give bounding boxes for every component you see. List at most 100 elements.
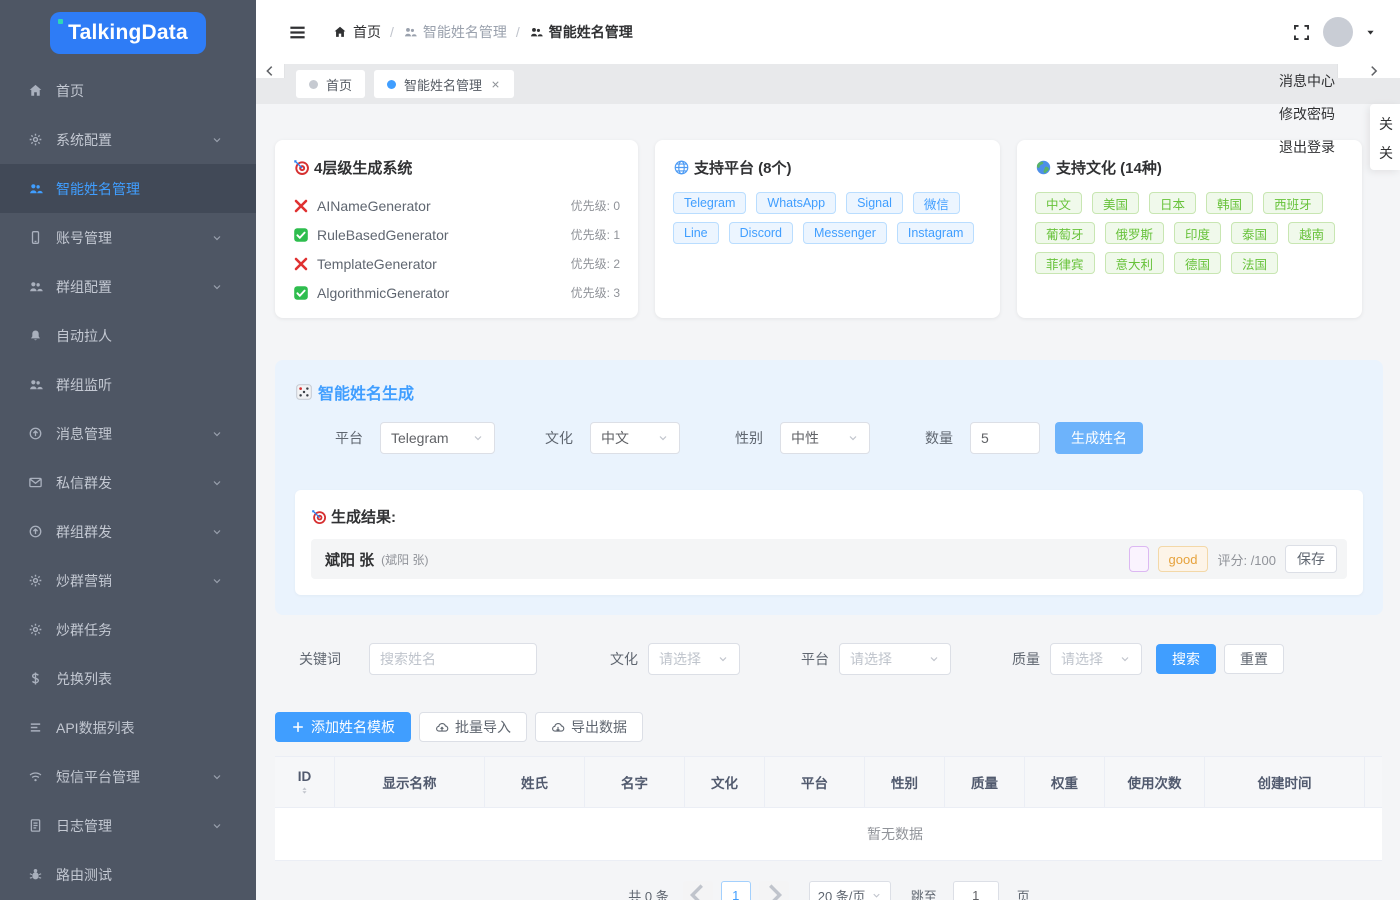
breadcrumb-item-0[interactable]: 首页 xyxy=(333,22,381,42)
check-icon xyxy=(293,285,309,301)
hamburger-icon[interactable] xyxy=(288,23,307,42)
culture-tag: 俄罗斯 xyxy=(1105,222,1165,244)
column-label: 文化 xyxy=(711,772,738,792)
info-cards-row: 4层级生成系统 AINameGenerator优先级: 0RuleBasedGe… xyxy=(275,140,1363,318)
sidebar-item-home[interactable]: 首页 xyxy=(0,66,256,115)
prev-page-button[interactable] xyxy=(683,881,713,900)
save-button[interactable]: 保存 xyxy=(1285,545,1337,573)
filter-quality-select[interactable]: 请选择 xyxy=(1050,643,1142,675)
edge-menu-item-0[interactable]: 关 xyxy=(1379,110,1400,139)
sort-caret-icon[interactable] xyxy=(299,785,310,796)
tab-scroll-left-button[interactable] xyxy=(256,64,285,78)
sidebar-item-label: 炒群营销 xyxy=(56,571,112,591)
result-row: 斌阳 张 (斌阳 张) good 评分: /100 保存 xyxy=(311,539,1347,579)
home-icon xyxy=(333,25,347,39)
filter-platform-select[interactable]: 请选择 xyxy=(839,643,951,675)
result-title-text: 生成结果: xyxy=(331,506,396,527)
batch-import-button[interactable]: 批量导入 xyxy=(419,712,527,742)
generate-names-button[interactable]: 生成姓名 xyxy=(1055,422,1143,454)
fullscreen-icon[interactable] xyxy=(1292,23,1311,42)
sidebar-item-route-test[interactable]: 路由测试 xyxy=(0,850,256,899)
generation-result-card: 生成结果: 斌阳 张 (斌阳 张) good 评分: /100 保存 xyxy=(295,490,1363,595)
add-template-button[interactable]: 添加姓名模板 xyxy=(275,712,411,742)
platforms-card: 支持平台 (8个) TelegramWhatsAppSignal微信LineDi… xyxy=(655,140,1000,318)
quantity-input[interactable] xyxy=(981,430,1029,446)
users-icon xyxy=(28,181,43,196)
result-name: 斌阳 张 xyxy=(325,549,374,570)
next-page-button[interactable] xyxy=(759,881,789,900)
sidebar-item-group-config[interactable]: 群组配置 xyxy=(0,262,256,311)
column-label: 姓氏 xyxy=(521,772,548,792)
chevron-down-icon xyxy=(211,771,223,783)
page-size-select[interactable]: 20 条/页 xyxy=(809,881,891,900)
user-menu-item-2[interactable]: 退出登录 xyxy=(1279,138,1335,156)
sidebar-item-message-mgmt[interactable]: 消息管理 xyxy=(0,409,256,458)
generator-card-title-text: 4层级生成系统 xyxy=(314,157,412,178)
chevron-down-icon[interactable] xyxy=(1365,27,1376,38)
field-culture: 文化中文 xyxy=(545,422,680,454)
user-menu-item-1[interactable]: 修改密码 xyxy=(1279,105,1335,123)
tab-smart-name[interactable]: 智能姓名管理 xyxy=(374,70,514,98)
breadcrumb: 首页/智能姓名管理/智能姓名管理 xyxy=(333,22,633,42)
sidebar-item-sms-platform[interactable]: 短信平台管理 xyxy=(0,752,256,801)
table-actions-row: 添加姓名模板批量导入导出数据 xyxy=(275,712,1383,742)
brand-logo-text: TalkingData xyxy=(68,21,188,45)
page-size-value: 20 条/页 xyxy=(818,886,866,900)
sidebar-item-auto-invite[interactable]: 自动拉人 xyxy=(0,311,256,360)
select-value: 中性 xyxy=(791,428,819,448)
filter-keyword-input[interactable] xyxy=(380,651,526,667)
tab-home[interactable]: 首页 xyxy=(296,70,365,98)
breadcrumb-label: 首页 xyxy=(353,22,381,42)
sidebar-item-log-mgmt[interactable]: 日志管理 xyxy=(0,801,256,850)
reset-button[interactable]: 重置 xyxy=(1224,644,1284,674)
sidebar-item-group-task[interactable]: 炒群任务 xyxy=(0,605,256,654)
sidebar-item-dm-broadcast[interactable]: 私信群发 xyxy=(0,458,256,507)
users-icon xyxy=(529,25,543,39)
user-menu-item-0[interactable]: 消息中心 xyxy=(1279,72,1335,90)
brand-logo[interactable]: TalkingData xyxy=(50,12,206,54)
sidebar-item-label: 群组监听 xyxy=(56,375,112,395)
field-label: 数量 xyxy=(925,428,953,448)
tab-scroll-right-button[interactable] xyxy=(1337,64,1400,78)
table-header-row: ID显示名称姓氏名字文化平台性别质量权重使用次数创建时间 xyxy=(275,756,1382,808)
page-unit-label: 页 xyxy=(1017,886,1030,900)
column-header-ID[interactable]: ID xyxy=(275,757,335,807)
sidebar-item-group-marketing[interactable]: 炒群营销 xyxy=(0,556,256,605)
column-label: 名字 xyxy=(621,772,648,792)
platform-select[interactable]: Telegram xyxy=(380,422,495,454)
tablet-icon xyxy=(28,230,43,245)
jump-page-input[interactable] xyxy=(953,881,999,900)
sidebar-item-system-config[interactable]: 系统配置 xyxy=(0,115,256,164)
sidebar-item-redeem-list[interactable]: 兑换列表 xyxy=(0,654,256,703)
filter-platform: 平台请选择 xyxy=(801,643,951,675)
generator-name: AlgorithmicGenerator xyxy=(317,285,449,301)
sidebar-item-api-data-list[interactable]: API数据列表 xyxy=(0,703,256,752)
edge-menu-item-1[interactable]: 关 xyxy=(1379,139,1400,168)
tab-label: 智能姓名管理 xyxy=(404,75,482,94)
generation-section-title-text: 智能姓名生成 xyxy=(318,380,414,404)
sidebar-item-smart-name[interactable]: 智能姓名管理 xyxy=(0,164,256,213)
field-label: 性别 xyxy=(735,428,763,448)
export-data-button[interactable]: 导出数据 xyxy=(535,712,643,742)
column-header-显示名称: 显示名称 xyxy=(335,757,485,807)
breadcrumb-separator: / xyxy=(516,24,520,40)
sidebar-item-group-broadcast[interactable]: 群组群发 xyxy=(0,507,256,556)
column-label: 质量 xyxy=(971,772,998,792)
gender-select[interactable]: 中性 xyxy=(780,422,870,454)
culture-select[interactable]: 中文 xyxy=(590,422,680,454)
breadcrumb-item-1[interactable]: 智能姓名管理 xyxy=(403,22,507,42)
culture-tag: 泰国 xyxy=(1231,222,1278,244)
select-value: 中文 xyxy=(601,428,629,448)
avatar[interactable] xyxy=(1323,17,1353,47)
current-page-button[interactable]: 1 xyxy=(721,881,751,900)
breadcrumb-label: 智能姓名管理 xyxy=(549,22,633,42)
search-button[interactable]: 搜索 xyxy=(1156,644,1216,674)
close-icon[interactable] xyxy=(490,79,501,90)
generator-priority: 优先级: 0 xyxy=(571,197,620,214)
sidebar-item-account-mgmt[interactable]: 账号管理 xyxy=(0,213,256,262)
sidebar-item-label: 群组群发 xyxy=(56,522,112,542)
filter-culture-select[interactable]: 请选择 xyxy=(648,643,740,675)
jump-to-label: 跳至 xyxy=(911,886,937,900)
sidebar-item-group-monitor[interactable]: 群组监听 xyxy=(0,360,256,409)
platform-tag: Discord xyxy=(729,222,793,244)
